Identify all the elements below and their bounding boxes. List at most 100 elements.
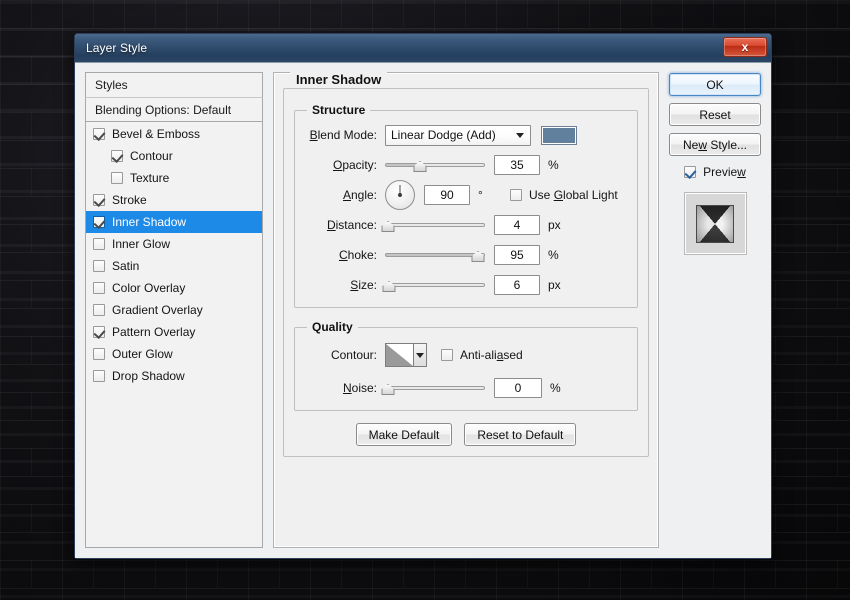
size-row: Size: px [305,273,627,297]
make-default-button[interactable]: Make Default [356,423,453,446]
style-item-outer-glow[interactable]: Outer Glow [86,343,262,365]
angle-row: Angle: ° Use Global Light [305,183,627,207]
blend-mode-select[interactable]: NormalDissolveDarkenMultiplyColor BurnLi… [385,125,531,146]
distance-label: Distance: [305,218,377,232]
style-item-label: Satin [112,259,139,273]
noise-unit: % [550,381,568,395]
layer-style-dialog: Layer Style x Styles Blending Options: D… [74,33,772,559]
distance-row: Distance: px [305,213,627,237]
slider-track [385,223,485,227]
choke-slider[interactable] [385,245,485,265]
style-item-contour[interactable]: Contour [86,145,262,167]
reset-to-default-button[interactable]: Reset to Default [464,423,576,446]
choke-unit: % [548,248,566,262]
style-item-label: Inner Glow [112,237,170,251]
checkbox-icon[interactable] [93,348,105,360]
style-item-pattern-overlay[interactable]: Pattern Overlay [86,321,262,343]
choke-label: Choke: [305,248,377,262]
quality-legend: Quality [307,320,358,334]
ok-button[interactable]: OK [669,73,761,96]
angle-unit: ° [478,188,496,202]
distance-slider[interactable] [385,215,485,235]
actions-column: OK Reset New Style... Preview [669,72,761,548]
style-item-satin[interactable]: Satin [86,255,262,277]
checkbox-icon[interactable] [93,260,105,272]
close-button[interactable]: x [723,37,767,57]
checkbox-icon[interactable] [93,128,105,140]
style-item-texture[interactable]: Texture [86,167,262,189]
style-item-label: Gradient Overlay [112,303,203,317]
angle-label: Angle: [305,188,377,202]
opacity-input[interactable] [494,155,540,175]
style-item-inner-shadow[interactable]: Inner Shadow [86,211,262,233]
blend-mode-combo-wrap: NormalDissolveDarkenMultiplyColor BurnLi… [385,125,531,146]
checkbox-icon[interactable] [93,238,105,250]
noise-input[interactable] [494,378,542,398]
reset-button[interactable]: Reset [669,103,761,126]
checkbox-icon[interactable] [93,370,105,382]
style-item-label: Texture [130,171,169,185]
angle-input[interactable] [424,185,470,205]
checkbox-icon[interactable] [93,282,105,294]
contour-picker[interactable] [385,343,427,367]
style-item-drop-shadow[interactable]: Drop Shadow [86,365,262,387]
section-frame: Structure Blend Mode: NormalDissolveDark… [283,88,649,457]
style-item-stroke[interactable]: Stroke [86,189,262,211]
style-item-bevel-emboss[interactable]: Bevel & Emboss [86,123,262,145]
blending-options-row[interactable]: Blending Options: Default [85,97,263,122]
checkbox-icon[interactable] [93,216,105,228]
slider-track [385,386,485,390]
opacity-slider[interactable] [385,155,485,175]
section-title: Inner Shadow [290,72,387,87]
styles-list[interactable]: Bevel & Emboss Contour Texture Stroke Inner … [85,122,263,548]
size-input[interactable] [494,275,540,295]
noise-row: Noise: % [305,376,627,400]
checkbox-icon[interactable] [111,172,123,184]
options-panel: Inner Shadow Structure Blend Mode: Norma… [273,72,659,548]
distance-input[interactable] [494,215,540,235]
style-item-label: Drop Shadow [112,369,185,383]
checkbox-icon[interactable] [111,150,123,162]
size-slider[interactable] [385,275,485,295]
anti-aliased-checkbox[interactable]: Anti-aliased [441,348,523,362]
dialog-titlebar[interactable]: Layer Style x [75,34,771,63]
shadow-color-swatch[interactable] [541,126,577,145]
checkbox-icon [684,166,696,178]
use-global-light-checkbox[interactable]: Use Global Light [510,188,618,202]
checkbox-icon[interactable] [93,304,105,316]
contour-row: Contour: Anti-aliased [305,340,627,370]
checkbox-icon [510,189,522,201]
structure-legend: Structure [307,103,370,117]
choke-input[interactable] [494,245,540,265]
quality-group: Quality Contour: Anti-aliased [294,320,638,411]
style-item-label: Outer Glow [112,347,173,361]
contour-dropdown-arrow-icon[interactable] [413,344,426,366]
style-item-color-overlay[interactable]: Color Overlay [86,277,262,299]
style-item-gradient-overlay[interactable]: Gradient Overlay [86,299,262,321]
choke-row: Choke: % [305,243,627,267]
new-style-button[interactable]: New Style... [669,133,761,156]
dialog-title: Layer Style [86,41,147,55]
angle-dial[interactable] [385,180,415,210]
style-item-label: Pattern Overlay [112,325,195,339]
preview-checkbox[interactable]: Preview [684,165,746,179]
checkbox-icon[interactable] [93,326,105,338]
use-global-light-label: Use Global Light [529,188,618,202]
size-label: Size: [305,278,377,292]
blending-options-label: Blending Options: Default [95,103,231,117]
style-item-label: Bevel & Emboss [112,127,200,141]
size-unit: px [548,278,566,292]
dialog-body: Styles Blending Options: Default Bevel &… [75,63,771,558]
noise-slider[interactable] [385,378,485,398]
style-item-inner-glow[interactable]: Inner Glow [86,233,262,255]
distance-unit: px [548,218,566,232]
style-item-label: Stroke [112,193,147,207]
checkbox-icon[interactable] [93,194,105,206]
blend-mode-label: Blend Mode: [305,128,377,142]
preview-label: Preview [703,165,746,179]
anti-aliased-label: Anti-aliased [460,348,523,362]
slider-track [385,253,485,257]
preview-thumbnail-frame [684,192,747,255]
angle-hub-icon [398,193,402,197]
close-icon: x [742,41,749,53]
